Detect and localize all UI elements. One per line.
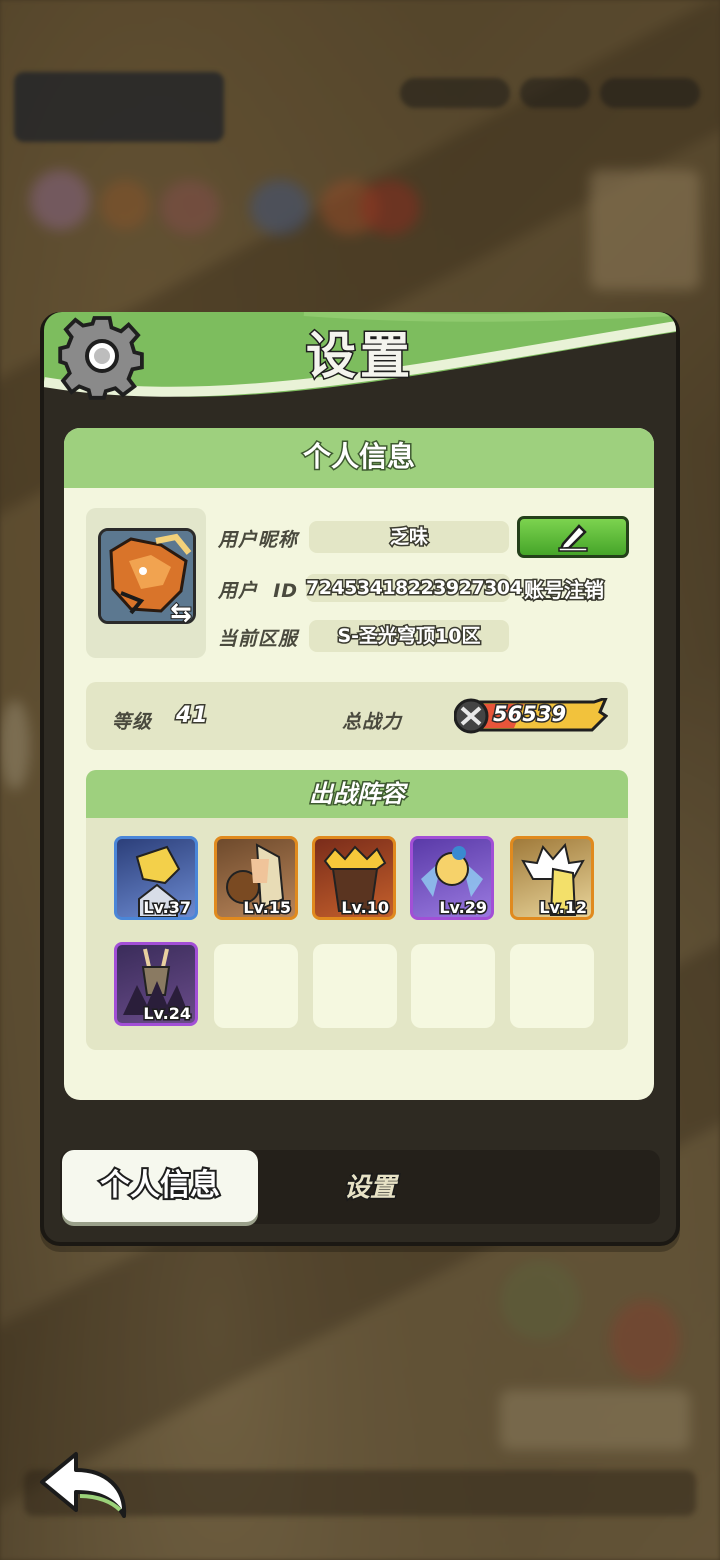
user-id-value: 72453418223927304 — [305, 574, 524, 602]
empty-hero-slot[interactable] — [214, 944, 298, 1028]
level-value: 41 — [175, 702, 210, 730]
pencil-icon — [558, 524, 588, 552]
empty-hero-slot[interactable] — [510, 944, 594, 1028]
user-id-label: 用户 ID — [218, 580, 299, 602]
tab-settings[interactable]: 设置 — [270, 1150, 470, 1222]
hero-slot-6[interactable]: Lv.24 — [114, 942, 198, 1026]
hero-level: Lv.15 — [242, 897, 293, 918]
dialog-title: 设置 — [305, 326, 414, 387]
hero-slot-4[interactable]: Lv.29 — [410, 836, 494, 920]
hero-level: Lv.29 — [438, 897, 489, 918]
server-value: S-圣光穹顶10区 — [309, 620, 509, 652]
tab-profile[interactable]: 个人信息 — [62, 1150, 258, 1222]
edit-nickname-button[interactable] — [517, 516, 629, 558]
power-value: 56539 — [491, 701, 567, 728]
hud-resource — [600, 78, 700, 108]
hero-level: Lv.37 — [142, 897, 193, 918]
hero-slot-5[interactable]: Lv.12 — [510, 836, 594, 920]
level-label: 等级 — [112, 711, 153, 733]
cancel-account-link[interactable]: 账号注销 — [523, 574, 606, 604]
hero-slot-3[interactable]: Lv.10 — [312, 836, 396, 920]
hero-level: Lv.12 — [538, 897, 589, 918]
profile-card-header: 个人信息 — [64, 428, 654, 488]
swap-avatar-icon[interactable]: ⇆ — [169, 599, 200, 627]
hud-resource — [400, 78, 510, 108]
hero-slot-2[interactable]: Lv.15 — [214, 836, 298, 920]
empty-hero-slot[interactable] — [313, 944, 397, 1028]
lineup-header: 出战阵容 — [86, 770, 628, 818]
hud-resource — [520, 78, 590, 108]
nickname-label: 用户昵称 — [218, 529, 299, 551]
nickname-value: 乏味 — [309, 521, 509, 553]
empty-hero-slot[interactable] — [411, 944, 495, 1028]
hero-slot-1[interactable]: Lv.37 — [114, 836, 198, 920]
server-label: 当前区服 — [218, 628, 299, 650]
hero-level: Lv.10 — [340, 897, 391, 918]
hud-player-card — [14, 72, 224, 142]
back-arrow-icon[interactable] — [36, 1448, 132, 1520]
hero-level: Lv.24 — [142, 1003, 193, 1024]
power-label: 总战力 — [342, 711, 403, 733]
